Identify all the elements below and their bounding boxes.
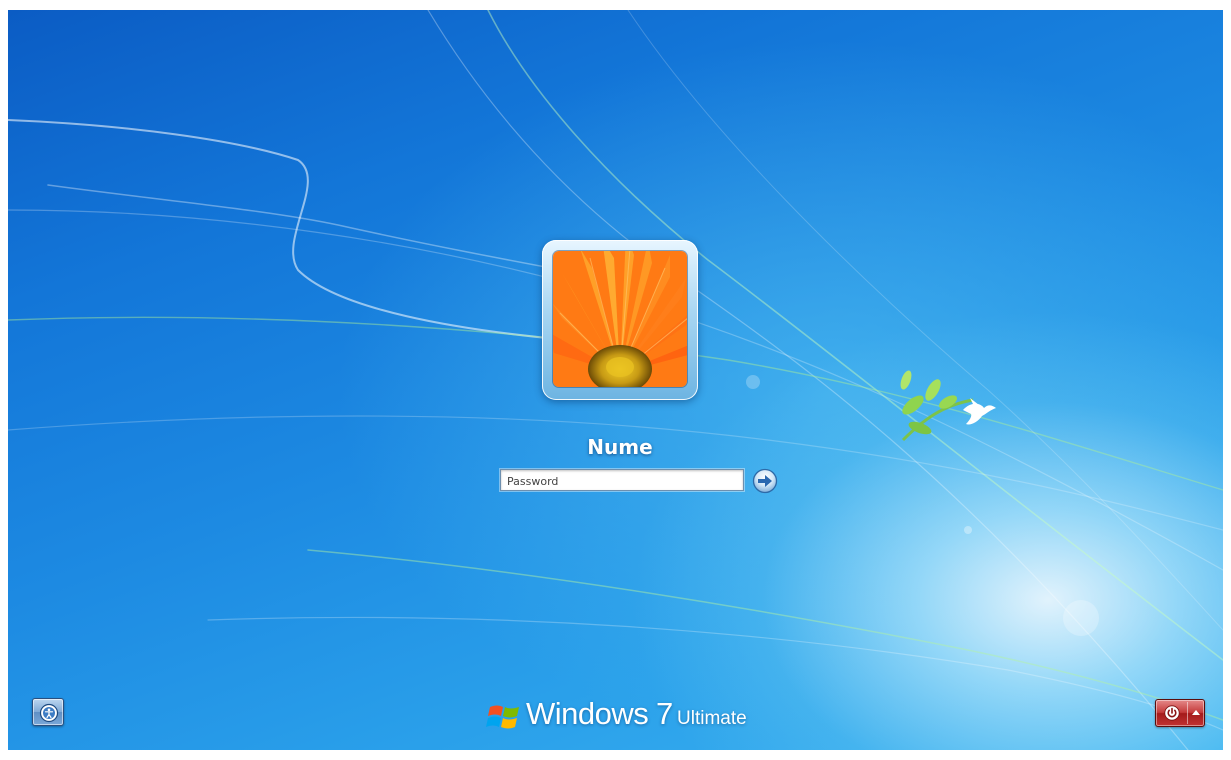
avatar: [553, 251, 687, 387]
orange-gerbera-flower-icon: [553, 251, 687, 387]
password-input[interactable]: [501, 471, 743, 492]
shutdown-button[interactable]: [1156, 700, 1187, 726]
brand-edition: Ultimate: [677, 708, 747, 729]
user-name: Nume: [587, 435, 653, 459]
power-icon: [1164, 705, 1180, 721]
ease-of-access-icon: [39, 703, 59, 723]
chevron-up-icon: [1192, 710, 1200, 715]
shutdown-options-button[interactable]: [1188, 700, 1204, 726]
password-field[interactable]: [500, 469, 744, 492]
windows-flag-icon: [486, 705, 519, 729]
submit-login-button[interactable]: [749, 468, 781, 494]
user-avatar-tile[interactable]: [542, 240, 698, 400]
brand-product-name: Windows: [526, 696, 649, 731]
power-button-group: [1155, 699, 1205, 727]
brand-version: 7: [656, 696, 674, 731]
arrow-right-icon: [752, 468, 778, 494]
logon-screen: Nume Windows 7 Ultimate: [8, 10, 1223, 750]
ease-of-access-button[interactable]: [32, 698, 64, 726]
